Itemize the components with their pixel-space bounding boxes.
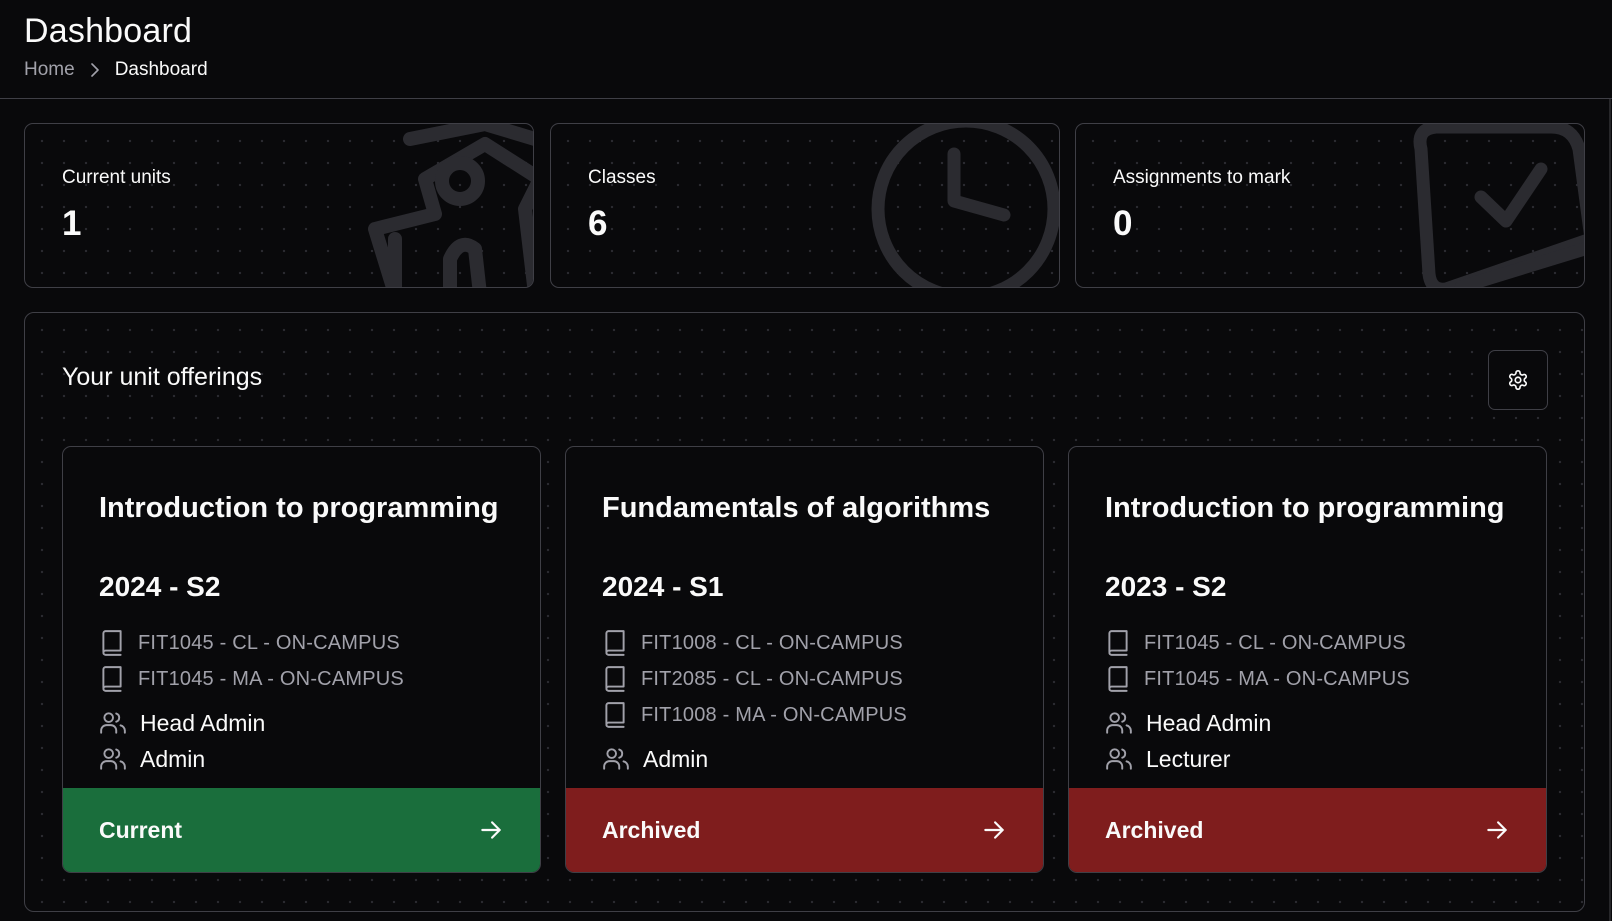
book-icon [605,666,625,692]
arrow-right-icon [1487,821,1507,839]
stat-value: 1 [62,204,82,243]
book-icon [102,666,122,692]
stat-card-current-units[interactable]: Current units 1 [24,123,534,288]
role-item: Lecturer [1105,741,1410,777]
page-header: Dashboard Home Dashboard [0,0,1612,99]
unit-name: Introduction to programming [99,492,499,524]
unit-status: Archived [1105,816,1204,843]
unit-name: Fundamentals of algorithms [602,492,991,524]
stat-label: Assignments to mark [1113,167,1291,188]
section-title: Your unit offerings [62,363,263,391]
class-item: FIT1008 - CL - ON-CAMPUS [602,625,907,661]
role-item: Head Admin [1105,705,1410,741]
unit-offerings-panel: Your unit offerings Introduction to prog… [24,312,1585,912]
scrollbar[interactable] [1609,99,1611,921]
gear-icon [1508,370,1528,390]
users-icon [1106,748,1132,770]
book-icon [605,630,625,656]
book-icon [1108,630,1128,656]
users-icon [1106,712,1132,734]
stat-label: Classes [588,167,656,188]
breadcrumb-home-link[interactable]: Home [24,59,75,81]
unit-name: Introduction to programming [1105,492,1505,524]
class-item: FIT2085 - CL - ON-CAMPUS [602,661,907,697]
clipboard-check-icon [1413,124,1584,287]
users-icon [100,712,126,734]
page-title: Dashboard [24,12,193,50]
unit-term: 2023 - S2 [1105,571,1227,602]
book-icon [605,702,625,728]
unit-term: 2024 - S1 [602,571,724,602]
settings-button[interactable] [1488,350,1548,410]
class-item: FIT1045 - MA - ON-CAMPUS [1105,661,1410,697]
unit-offering-card[interactable]: Introduction to programming 2023 - S2 FI… [1068,446,1547,873]
breadcrumb-current: Dashboard [114,59,208,80]
class-item: FIT1045 - CL - ON-CAMPUS [99,625,404,661]
unit-status-footer[interactable]: Archived [566,788,1043,872]
stat-value: 0 [1113,204,1133,243]
unit-status: Archived [602,816,701,843]
unit-status: Current [99,816,183,843]
unit-status-footer[interactable]: Archived [1069,788,1546,872]
role-item: Admin [602,741,907,777]
unit-offering-card[interactable]: Introduction to programming 2024 - S2 FI… [62,446,541,873]
chevron-right-icon [89,63,101,77]
clock-icon [871,124,1059,287]
users-icon [603,748,629,770]
arrow-right-icon [984,821,1004,839]
book-icon [1108,666,1128,692]
users-icon [100,748,126,770]
arrow-right-icon [481,821,501,839]
class-item: FIT1045 - MA - ON-CAMPUS [99,661,404,697]
role-item: Head Admin [99,705,404,741]
role-item: Admin [99,741,404,777]
class-item: FIT1045 - CL - ON-CAMPUS [1105,625,1410,661]
stat-value: 6 [588,204,608,243]
unit-term: 2024 - S2 [99,571,221,602]
unit-offering-card[interactable]: Fundamentals of algorithms 2024 - S1 FIT… [565,446,1044,873]
stat-label: Current units [62,167,171,188]
school-icon [368,124,533,287]
stat-card-assignments[interactable]: Assignments to mark 0 [1075,123,1585,288]
book-icon [102,630,122,656]
breadcrumb: Home Dashboard [24,59,208,81]
class-item: FIT1008 - MA - ON-CAMPUS [602,697,907,733]
stat-card-classes[interactable]: Classes 6 [550,123,1060,288]
unit-status-footer[interactable]: Current [63,788,540,872]
